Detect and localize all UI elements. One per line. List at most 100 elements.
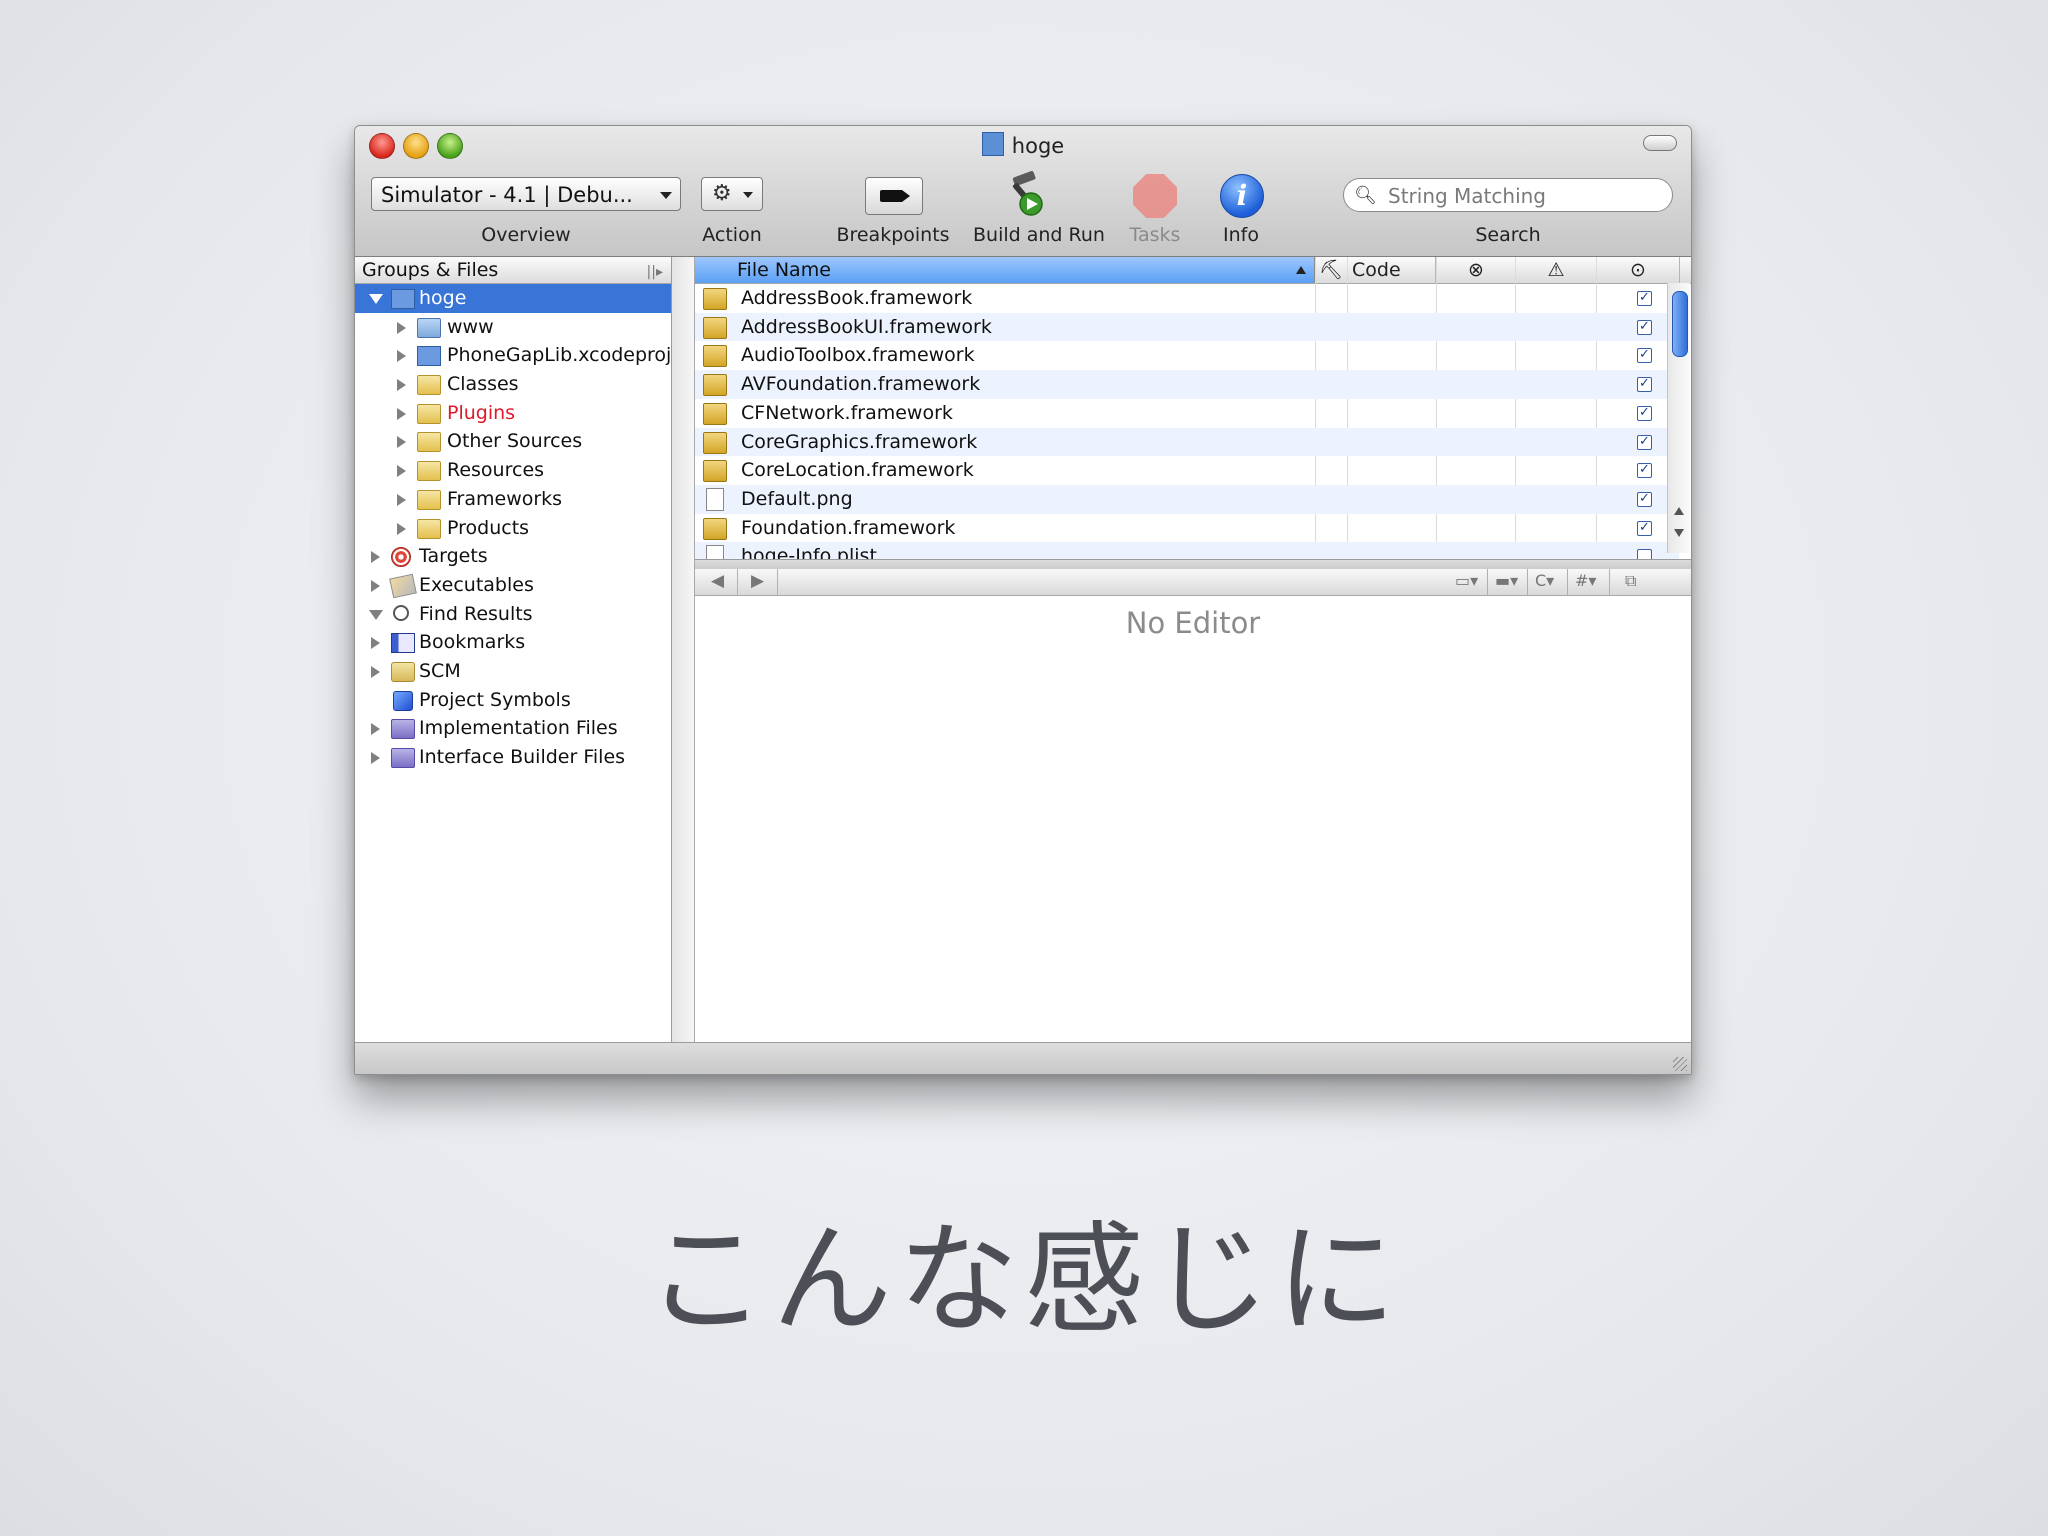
bookmarks-menu-icon[interactable]: ▭▾: [1455, 571, 1478, 590]
sidebar-item-resources[interactable]: Resources: [355, 456, 671, 485]
sidebar-item-other-sources[interactable]: Other Sources: [355, 427, 671, 456]
target-checkbox[interactable]: ✓: [1637, 463, 1652, 479]
sidebar-item-interface-builder-files[interactable]: Interface Builder Files: [355, 743, 671, 772]
folder-icon: [417, 461, 441, 482]
target-checkbox[interactable]: ✓: [1637, 377, 1652, 393]
framework-icon: [703, 288, 727, 310]
sidebar-item-find-results[interactable]: Find Results: [355, 600, 671, 629]
sidebar-item-executables[interactable]: Executables: [355, 571, 671, 600]
disclosure-triangle-icon[interactable]: [397, 465, 406, 478]
sidebar-item-plugins[interactable]: Plugins: [355, 399, 671, 428]
scrollbar-thumb[interactable]: [1672, 291, 1688, 357]
breakpoints-button[interactable]: [865, 177, 923, 215]
target-checkbox[interactable]: ✓: [1637, 405, 1652, 421]
disclosure-triangle-icon[interactable]: [369, 609, 383, 620]
scroll-down-arrow-icon[interactable]: [1674, 529, 1684, 537]
disclosure-triangle-icon[interactable]: [369, 294, 383, 304]
target-checkbox[interactable]: ✓: [1637, 348, 1652, 364]
disclosure-triangle-icon[interactable]: [397, 522, 406, 535]
xcode-project-icon: [417, 346, 441, 367]
disclosure-triangle-icon[interactable]: [371, 665, 380, 678]
disclosure-triangle-icon[interactable]: [371, 752, 380, 764]
framework-icon: [703, 316, 727, 339]
back-arrow-icon[interactable]: ◀: [711, 571, 724, 591]
target-checkbox[interactable]: ✓: [1637, 319, 1652, 335]
file-row[interactable]: CoreLocation.framework ✓: [695, 456, 1679, 485]
class-menu[interactable]: C▾: [1535, 571, 1554, 590]
scroll-up-arrow-icon[interactable]: [1674, 507, 1684, 515]
column-file-name[interactable]: File Name: [695, 257, 1315, 283]
search-field[interactable]: 🔍︎: [1343, 178, 1673, 212]
target-icon: [391, 547, 411, 568]
action-label: Action: [702, 224, 762, 246]
stop-tasks-icon[interactable]: [1133, 174, 1177, 218]
disclosure-triangle-icon[interactable]: [371, 551, 380, 564]
column-resize-grip-icon[interactable]: ||▸: [647, 259, 663, 285]
info-label: Info: [1223, 224, 1259, 246]
target-checkbox[interactable]: ✓: [1637, 291, 1652, 306]
disclosure-triangle-icon[interactable]: [371, 579, 380, 592]
sidebar-item-hoge[interactable]: hoge: [355, 284, 671, 313]
sidebar-item-frameworks[interactable]: Frameworks: [355, 485, 671, 514]
file-row[interactable]: CFNetwork.framework ✓: [695, 399, 1679, 428]
search-label: Search: [1475, 224, 1541, 246]
forward-arrow-icon[interactable]: ▶: [751, 571, 764, 591]
target-checkbox[interactable]: ✓: [1637, 520, 1652, 536]
disclosure-triangle-icon[interactable]: [397, 379, 406, 392]
overview-popup[interactable]: Simulator - 4.1 | Debu...: [371, 177, 681, 211]
file-row[interactable]: Default.png ✓: [695, 484, 1679, 514]
target-checkbox[interactable]: ✓: [1637, 434, 1652, 450]
folder-icon: [417, 403, 441, 424]
sidebar-item-www[interactable]: www: [355, 313, 671, 342]
sidebar-item-targets[interactable]: Targets: [355, 542, 671, 571]
disclosure-triangle-icon[interactable]: [397, 493, 406, 506]
disclosure-triangle-icon[interactable]: [371, 637, 380, 650]
errors-column-icon[interactable]: ⊗: [1437, 257, 1516, 283]
sidebar-item-implementation-files[interactable]: Implementation Files: [355, 714, 671, 743]
sidebar-item-bookmarks[interactable]: Bookmarks: [355, 628, 671, 657]
framework-icon: [703, 402, 727, 425]
info-icon[interactable]: i: [1220, 174, 1264, 218]
magnifier-icon: [393, 604, 409, 621]
target-membership-column-icon[interactable]: ⊙: [1597, 257, 1680, 283]
target-checkbox[interactable]: [1637, 549, 1652, 560]
column-code[interactable]: Code: [1348, 257, 1436, 283]
toolbar-toggle-button[interactable]: [1643, 135, 1677, 151]
disclosure-triangle-icon[interactable]: [371, 723, 380, 736]
file-row[interactable]: CoreGraphics.framework ✓: [695, 427, 1679, 457]
sidebar-item-classes[interactable]: Classes: [355, 370, 671, 399]
includes-menu[interactable]: #▾: [1575, 571, 1596, 590]
file-row[interactable]: AVFoundation.framework ✓: [695, 370, 1679, 399]
search-input[interactable]: [1386, 182, 1660, 210]
target-checkbox[interactable]: ✓: [1637, 491, 1652, 507]
file-row[interactable]: hoge-Info.plist: [695, 542, 1679, 560]
file-row[interactable]: AudioToolbox.framework ✓: [695, 341, 1679, 370]
scm-icon: [391, 661, 415, 682]
toolbar: hoge Simulator - 4.1 | Debu... Overview …: [355, 126, 1691, 257]
resize-grip-icon[interactable]: [1673, 1057, 1687, 1071]
disclosure-triangle-icon[interactable]: [397, 436, 406, 449]
breakpoints-menu-icon[interactable]: ▬▾: [1495, 571, 1518, 590]
sort-ascending-icon: [1296, 266, 1306, 274]
editor-pane: No Editor: [695, 596, 1691, 1042]
file-list-scrollbar[interactable]: [1667, 283, 1690, 553]
sidebar-item-project-symbols[interactable]: Project Symbols: [355, 686, 671, 715]
sidebar-item-scm[interactable]: SCM: [355, 657, 671, 686]
chevron-down-icon: [743, 192, 753, 198]
sidebar-item-phonegaplib[interactable]: PhoneGapLib.xcodeproj: [355, 341, 671, 370]
disclosure-triangle-icon[interactable]: [397, 407, 406, 420]
action-button[interactable]: ⚙: [701, 177, 763, 211]
split-view-divider[interactable]: [672, 257, 695, 1042]
warnings-column-icon[interactable]: ⚠: [1516, 257, 1597, 283]
file-row[interactable]: AddressBookUI.framework ✓: [695, 312, 1679, 342]
disclosure-triangle-icon[interactable]: [397, 350, 406, 363]
folder-icon: [417, 518, 441, 539]
split-editor-icon[interactable]: ⧉: [1625, 571, 1636, 591]
build-and-run-icon[interactable]: [1007, 170, 1063, 222]
build-column-icon[interactable]: ⛏: [1315, 257, 1348, 283]
file-row[interactable]: Foundation.framework ✓: [695, 514, 1679, 543]
file-row[interactable]: AddressBook.framework ✓: [695, 284, 1679, 313]
disclosure-triangle-icon[interactable]: [397, 321, 406, 334]
sidebar-item-products[interactable]: Products: [355, 514, 671, 543]
framework-icon: [703, 517, 727, 540]
